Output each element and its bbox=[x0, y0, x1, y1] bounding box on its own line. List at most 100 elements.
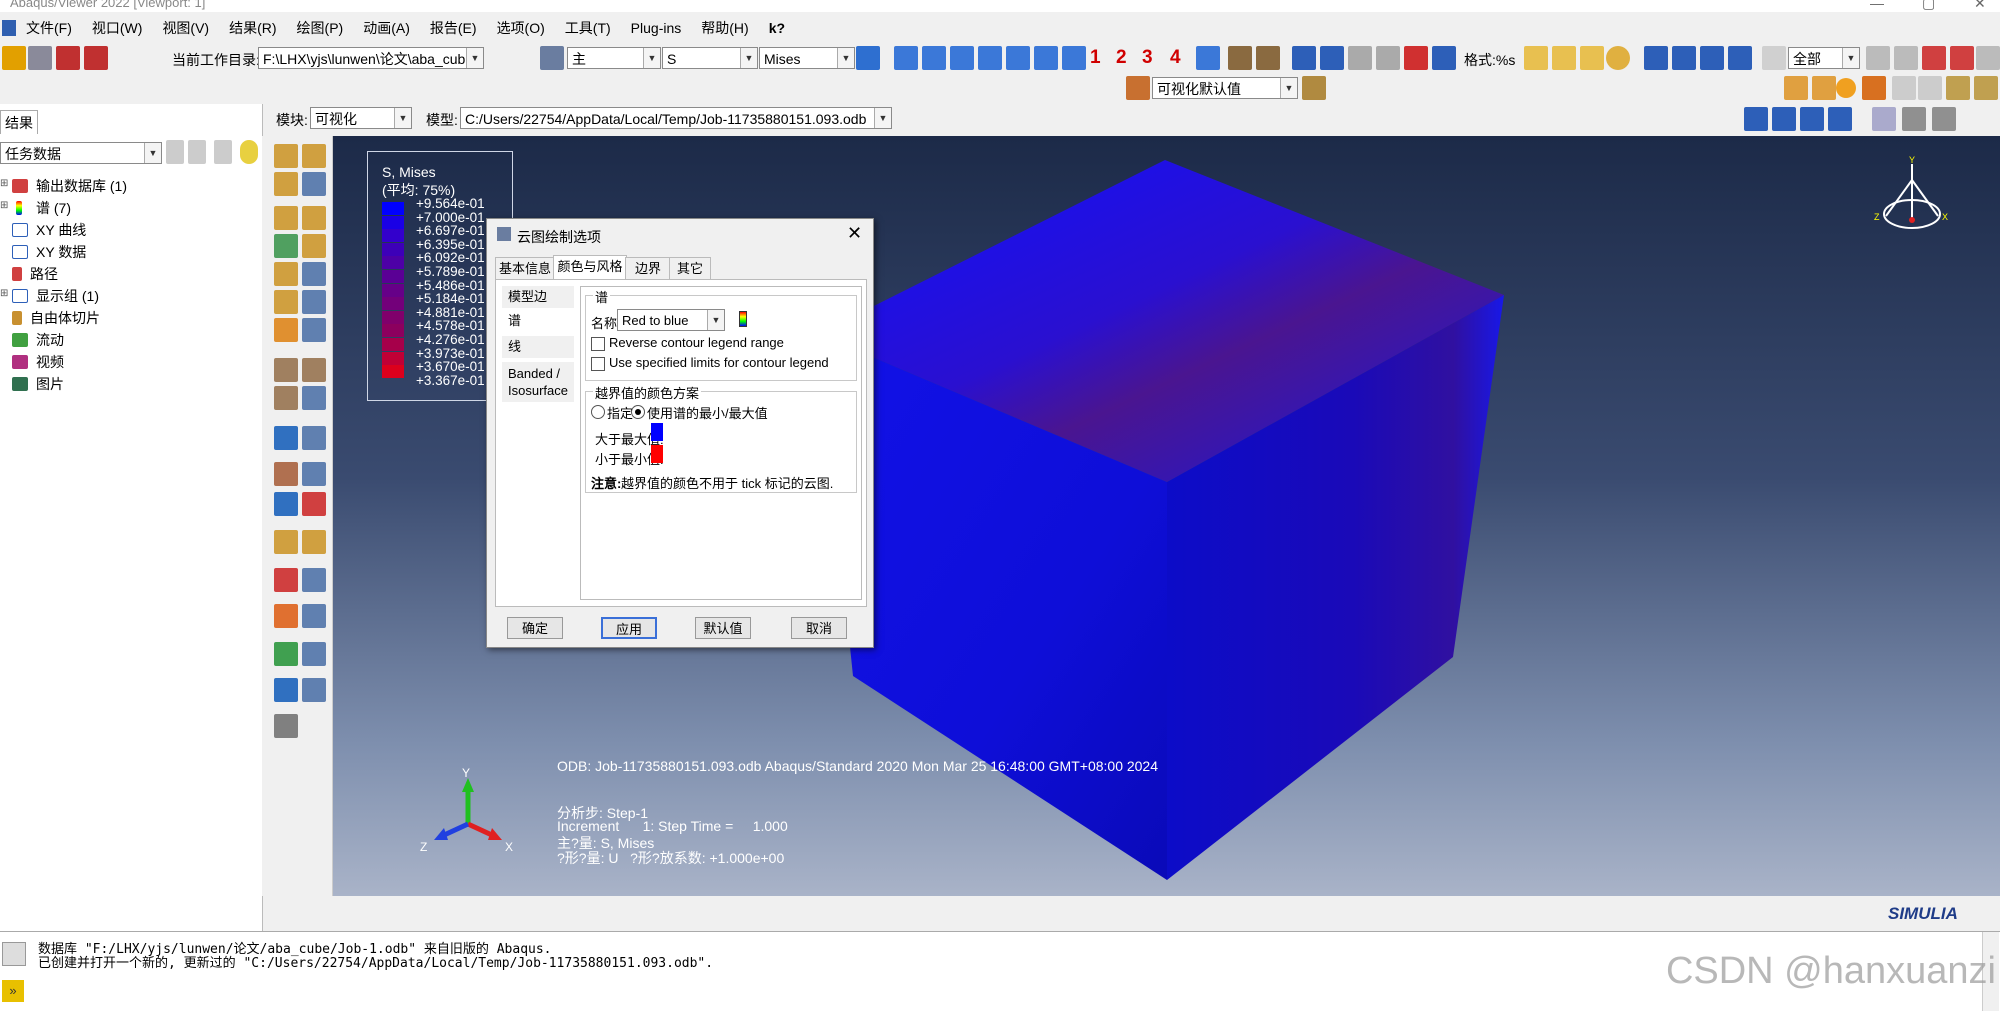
view-cut-manager-icon[interactable] bbox=[302, 568, 326, 592]
plot-contours-icon[interactable] bbox=[274, 206, 298, 230]
menu-result[interactable]: 结果(R) bbox=[219, 18, 286, 38]
specified-limits-checkbox[interactable] bbox=[591, 357, 605, 371]
tab-limits[interactable]: 边界 bbox=[625, 257, 671, 280]
cycle-views-icon[interactable] bbox=[1432, 46, 1456, 70]
menu-report[interactable]: 报告(E) bbox=[420, 18, 487, 38]
tree-item-image[interactable]: 图片 bbox=[12, 374, 64, 394]
view-z-icon[interactable] bbox=[1006, 46, 1030, 70]
menu-file[interactable]: 文件(F) bbox=[16, 18, 82, 38]
expand-icon[interactable]: ⊞ bbox=[0, 178, 8, 189]
viz-options-icon[interactable] bbox=[1302, 76, 1326, 100]
last-frame-icon[interactable] bbox=[1728, 46, 1752, 70]
contour-options-icon[interactable] bbox=[302, 172, 326, 196]
pan-icon[interactable] bbox=[1292, 46, 1316, 70]
display-group-icon[interactable] bbox=[1976, 46, 2000, 70]
select-cursor-icon[interactable] bbox=[1762, 46, 1786, 70]
radio-use-spectrum[interactable] bbox=[631, 405, 645, 419]
filter-icon[interactable] bbox=[214, 140, 232, 164]
box-select-icon[interactable] bbox=[1922, 46, 1946, 70]
sort-icon[interactable] bbox=[166, 140, 184, 164]
render-hidden-icon[interactable] bbox=[1552, 46, 1576, 70]
reverse-range-checkbox[interactable] bbox=[591, 337, 605, 351]
tree-item-path[interactable]: 路径 bbox=[12, 264, 58, 284]
stream-options-icon[interactable] bbox=[302, 530, 326, 554]
prev-frame-icon[interactable] bbox=[1672, 46, 1696, 70]
save-icon[interactable] bbox=[84, 46, 108, 70]
xy-options-icon[interactable] bbox=[302, 462, 326, 486]
close-window-button[interactable]: ✕ bbox=[1974, 0, 1986, 12]
plot-contours-deformed-icon[interactable] bbox=[274, 234, 298, 258]
expand-icon[interactable]: ⊞ bbox=[0, 200, 8, 211]
defaults-button[interactable]: 默认值 bbox=[695, 617, 751, 639]
side-tab-spectrum[interactable]: 谱 bbox=[502, 310, 574, 332]
plot-undeformed-icon[interactable] bbox=[274, 144, 298, 168]
display-group-manager-icon[interactable] bbox=[302, 678, 326, 702]
field-output-icon[interactable] bbox=[540, 46, 564, 70]
view-neg-x-icon[interactable] bbox=[922, 46, 946, 70]
plot-deformed-icon[interactable] bbox=[302, 144, 326, 168]
radio-specify[interactable] bbox=[591, 405, 605, 419]
workdir-combo[interactable]: F:\LHX\yjs\lunwen\论文\aba_cube ▼ bbox=[258, 47, 484, 69]
view-1-button[interactable]: 1 bbox=[1090, 47, 1101, 69]
free-body-icon[interactable] bbox=[274, 604, 298, 628]
tree-item-flow[interactable]: 流动 bbox=[12, 330, 64, 350]
tree-item-xy-curve[interactable]: XY 曲线 bbox=[12, 220, 86, 240]
tree-item-spectrum[interactable]: 谱 (7) bbox=[12, 198, 71, 218]
open-icon[interactable] bbox=[2, 46, 26, 70]
tool-b-icon[interactable] bbox=[1974, 76, 1998, 100]
menu-viewport[interactable]: 视口(W) bbox=[82, 18, 153, 38]
camera-icon[interactable] bbox=[1932, 107, 1956, 131]
below-min-color-button[interactable] bbox=[651, 445, 663, 463]
viz-defaults-combo[interactable]: 可视化默认值 ▼ bbox=[1152, 77, 1298, 99]
command-line-icon[interactable]: » bbox=[2, 980, 24, 1002]
ok-button[interactable]: 确定 bbox=[507, 617, 563, 639]
render-shaded-icon[interactable] bbox=[1580, 46, 1604, 70]
dialog-close-icon[interactable]: ✕ bbox=[847, 223, 862, 244]
expand-icon[interactable]: ⊞ bbox=[0, 288, 8, 299]
results-tab[interactable]: 结果 bbox=[0, 110, 38, 134]
menu-plugins[interactable]: Plug-ins bbox=[621, 20, 692, 36]
undo-icon[interactable] bbox=[1892, 76, 1916, 100]
plot-symbols-icon[interactable] bbox=[274, 262, 298, 286]
zoom-icon[interactable] bbox=[1348, 46, 1372, 70]
menu-options[interactable]: 选项(O) bbox=[487, 18, 555, 38]
symbol-options-icon[interactable] bbox=[302, 262, 326, 286]
apply-button[interactable]: 应用 bbox=[601, 617, 657, 639]
export-icon[interactable] bbox=[56, 46, 80, 70]
copy-icon[interactable] bbox=[1866, 46, 1890, 70]
material-options-icon[interactable] bbox=[302, 290, 326, 314]
spectrum-name-combo[interactable]: Red to blue ▼ bbox=[617, 309, 725, 331]
maximize-button[interactable]: ▢ bbox=[1922, 0, 1935, 12]
animate-harmonic-icon[interactable] bbox=[274, 386, 298, 410]
first-frame-icon[interactable] bbox=[1744, 107, 1768, 131]
query-tool-icon[interactable] bbox=[274, 714, 298, 738]
lightbulb-icon[interactable] bbox=[240, 140, 258, 164]
message-icon[interactable] bbox=[2, 942, 26, 966]
plot-material-icon[interactable] bbox=[274, 290, 298, 314]
tree-item-display-group[interactable]: 显示组 (1) bbox=[12, 286, 99, 306]
tab-basic[interactable]: 基本信息 bbox=[495, 257, 555, 280]
contour-settings-icon[interactable] bbox=[302, 234, 326, 258]
next-frame-icon[interactable] bbox=[1800, 107, 1824, 131]
tree-filter-combo[interactable]: 任务数据 ▼ bbox=[0, 142, 162, 164]
module-combo[interactable]: 可视化 ▼ bbox=[310, 107, 412, 129]
cancel-button[interactable]: 取消 bbox=[791, 617, 847, 639]
menu-help[interactable]: 帮助(H) bbox=[691, 18, 758, 38]
tree-item-output-db[interactable]: 输出数据库 (1) bbox=[12, 176, 127, 196]
primary-select[interactable]: 主 ▼ bbox=[567, 47, 661, 69]
orientation-options-icon[interactable] bbox=[302, 318, 326, 342]
ruler2-icon[interactable] bbox=[1256, 46, 1280, 70]
tree-item-movie[interactable]: 视频 bbox=[12, 352, 64, 372]
animation-options-icon[interactable] bbox=[1872, 107, 1896, 131]
xy-manager-icon[interactable] bbox=[302, 426, 326, 450]
redo-icon[interactable] bbox=[1918, 76, 1942, 100]
xy-plot-icon[interactable] bbox=[274, 462, 298, 486]
menu-view[interactable]: 视图(V) bbox=[152, 18, 219, 38]
view-neg-z-icon[interactable] bbox=[1034, 46, 1058, 70]
tree-item-xy-data[interactable]: XY 数据 bbox=[12, 242, 86, 262]
model-combo[interactable]: C:/Users/22754/AppData/Local/Temp/Job-11… bbox=[460, 107, 892, 129]
context-help-button[interactable]: k? bbox=[759, 20, 795, 36]
free-body-manager-icon[interactable] bbox=[302, 604, 326, 628]
view-neg-y-icon[interactable] bbox=[978, 46, 1002, 70]
side-tab-model-edges[interactable]: 模型边 bbox=[502, 286, 574, 308]
